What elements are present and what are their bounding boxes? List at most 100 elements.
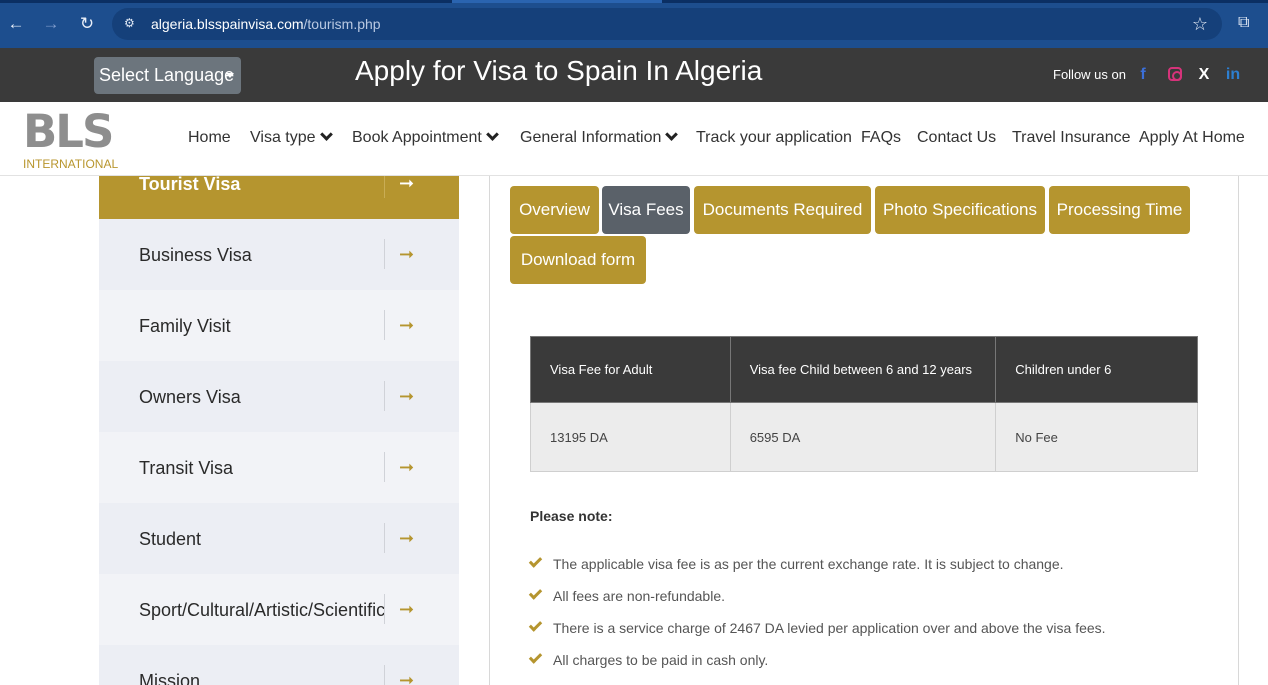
- sidebar-item-label: Mission: [139, 671, 201, 685]
- sidebar-divider: [384, 665, 385, 685]
- sidebar-item-label: Family Visit: [139, 316, 231, 336]
- nav-faqs[interactable]: FAQs: [861, 128, 901, 148]
- please-note-heading: Please note:: [530, 508, 613, 524]
- note-item: The applicable visa fee is as per the cu…: [528, 554, 1064, 573]
- tab-photo-specifications[interactable]: Photo Specifications: [875, 186, 1045, 234]
- logo-sub: INTERNATIONAL: [23, 157, 119, 171]
- nav-book-appointment[interactable]: Book Appointment: [352, 128, 499, 148]
- sidebar-divider: [384, 310, 385, 340]
- active-tab-indicator[interactable]: [452, 0, 662, 3]
- nav-travel-insurance[interactable]: Travel Insurance: [1012, 128, 1131, 148]
- nav-general-information-label: General Information: [520, 129, 662, 146]
- arrow-right-icon: ➞: [399, 386, 415, 406]
- arrow-right-icon: ➞: [399, 244, 415, 264]
- main-navigation: BLS INTERNATIONAL Home Visa type Book Ap…: [0, 102, 1268, 176]
- tab-processing-time[interactable]: Processing Time: [1049, 186, 1190, 234]
- checkmark-icon: [528, 554, 543, 568]
- chevron-down-icon: [665, 128, 679, 141]
- forward-arrow-icon[interactable]: →: [40, 13, 62, 35]
- sidebar-item-label: Owners Visa: [139, 387, 241, 407]
- checkmark-icon: [528, 618, 543, 632]
- table-header-row: Visa Fee for Adult Visa fee Child betwee…: [530, 336, 1198, 403]
- instagram-icon[interactable]: [1166, 65, 1184, 85]
- instagram-glyph: [1168, 67, 1182, 81]
- visa-category-sidebar: Tourist Visa ➞ Business Visa ➞ Family Vi…: [99, 176, 459, 685]
- sidebar-divider: [384, 594, 385, 624]
- fee-children-under-6: No Fee: [995, 402, 1198, 472]
- visa-fee-table: Visa Fee for Adult Visa fee Child betwee…: [530, 336, 1198, 472]
- sidebar-item-label: Student: [139, 529, 202, 549]
- checkmark-icon: [528, 586, 543, 600]
- sidebar-item-mission[interactable]: Mission ➞: [99, 645, 459, 685]
- chevron-down-icon: [486, 128, 499, 141]
- sidebar-item-sport-cultural[interactable]: Sport/Cultural/Artistic/Scientific ➞: [99, 574, 459, 645]
- site-settings-icon[interactable]: ⚙: [124, 16, 138, 30]
- nav-visa-type[interactable]: Visa type: [250, 128, 333, 148]
- url-domain: algeria.blsspainvisa.com: [151, 16, 304, 32]
- address-bar[interactable]: ⚙ algeria.blsspainvisa.com/tourism.php ☆: [112, 8, 1222, 40]
- follow-us-label: Follow us on: [1053, 67, 1126, 82]
- caret-down-icon: [226, 73, 234, 78]
- arrow-right-icon: ➞: [399, 599, 415, 619]
- tab-overview[interactable]: Overview: [510, 186, 599, 234]
- note-item: All fees are non-refundable.: [528, 586, 725, 605]
- nav-track-application[interactable]: Track your application: [696, 128, 852, 148]
- top-header-bar: Select Language Apply for Visa to Spain …: [0, 48, 1268, 102]
- bls-logo[interactable]: BLS INTERNATIONAL: [22, 105, 118, 172]
- sidebar-item-student[interactable]: Student ➞: [99, 503, 459, 574]
- chevron-down-icon: [319, 128, 333, 141]
- back-arrow-icon[interactable]: ←: [5, 13, 27, 35]
- sidebar-item-family-visit[interactable]: Family Visit ➞: [99, 290, 459, 361]
- bookmark-star-icon[interactable]: ☆: [1192, 14, 1208, 34]
- linkedin-icon[interactable]: in: [1224, 65, 1242, 85]
- visa-details-panel: Overview Visa Fees Documents Required Ph…: [489, 176, 1239, 685]
- sidebar-divider: [384, 381, 385, 411]
- column-header-adult: Visa Fee for Adult: [530, 336, 731, 403]
- nav-general-information[interactable]: General Information: [520, 128, 679, 148]
- sidebar-divider: [384, 452, 385, 482]
- checkmark-icon: [528, 650, 543, 664]
- reload-icon[interactable]: ↻: [76, 13, 98, 35]
- tab-documents-required[interactable]: Documents Required: [694, 186, 871, 234]
- column-header-child-6-12: Visa fee Child between 6 and 12 years: [729, 336, 997, 403]
- page-title: Apply for Visa to Spain In Algeria: [355, 55, 763, 86]
- note-item: There is a service charge of 2467 DA lev…: [528, 618, 1106, 637]
- nav-visa-type-label: Visa type: [250, 129, 316, 146]
- sidebar-item-tourist-visa[interactable]: Tourist Visa ➞: [99, 176, 459, 219]
- facebook-icon[interactable]: f: [1134, 65, 1152, 85]
- nav-home[interactable]: Home: [188, 128, 231, 148]
- sidebar-item-label: Sport/Cultural/Artistic/Scientific: [139, 600, 386, 620]
- logo-brand: BLS: [23, 105, 114, 158]
- sidebar-item-business-visa[interactable]: Business Visa ➞: [99, 219, 459, 290]
- url-path: /tourism.php: [303, 16, 381, 32]
- note-text: All charges to be paid in cash only.: [553, 652, 769, 668]
- note-text: All fees are non-refundable.: [553, 588, 725, 604]
- sidebar-item-label: Transit Visa: [139, 458, 234, 478]
- fee-adult: 13195 DA: [530, 402, 731, 472]
- sidebar-divider: [384, 239, 385, 269]
- sidebar-divider: [384, 523, 385, 553]
- sidebar-item-label: Business Visa: [139, 245, 252, 265]
- sidebar-item-label: Tourist Visa: [139, 176, 241, 194]
- arrow-right-icon: ➞: [399, 457, 415, 477]
- note-text: There is a service charge of 2467 DA lev…: [553, 620, 1106, 636]
- arrow-right-icon: ➞: [399, 315, 415, 335]
- note-item: All charges to be paid in cash only.: [528, 650, 769, 669]
- arrow-right-icon: ➞: [399, 176, 415, 193]
- sidebar-item-owners-visa[interactable]: Owners Visa ➞: [99, 361, 459, 432]
- nav-apply-at-home[interactable]: Apply At Home: [1139, 128, 1245, 148]
- arrow-right-icon: ➞: [399, 670, 415, 685]
- select-language-dropdown[interactable]: Select Language: [94, 57, 241, 94]
- column-header-children-under-6: Children under 6: [995, 336, 1198, 403]
- arrow-right-icon: ➞: [399, 528, 415, 548]
- extensions-icon[interactable]: ⧉: [1238, 13, 1258, 33]
- sidebar-item-transit-visa[interactable]: Transit Visa ➞: [99, 432, 459, 503]
- url-text[interactable]: algeria.blsspainvisa.com/tourism.php: [151, 15, 381, 33]
- nav-contact-us[interactable]: Contact Us: [917, 128, 996, 148]
- x-twitter-icon[interactable]: X: [1195, 65, 1213, 85]
- nav-book-appointment-label: Book Appointment: [352, 129, 482, 146]
- tab-visa-fees[interactable]: Visa Fees: [602, 186, 690, 234]
- fee-child-6-12: 6595 DA: [729, 402, 997, 472]
- select-language-label: Select Language: [99, 65, 235, 85]
- tab-download-form[interactable]: Download form: [510, 236, 646, 284]
